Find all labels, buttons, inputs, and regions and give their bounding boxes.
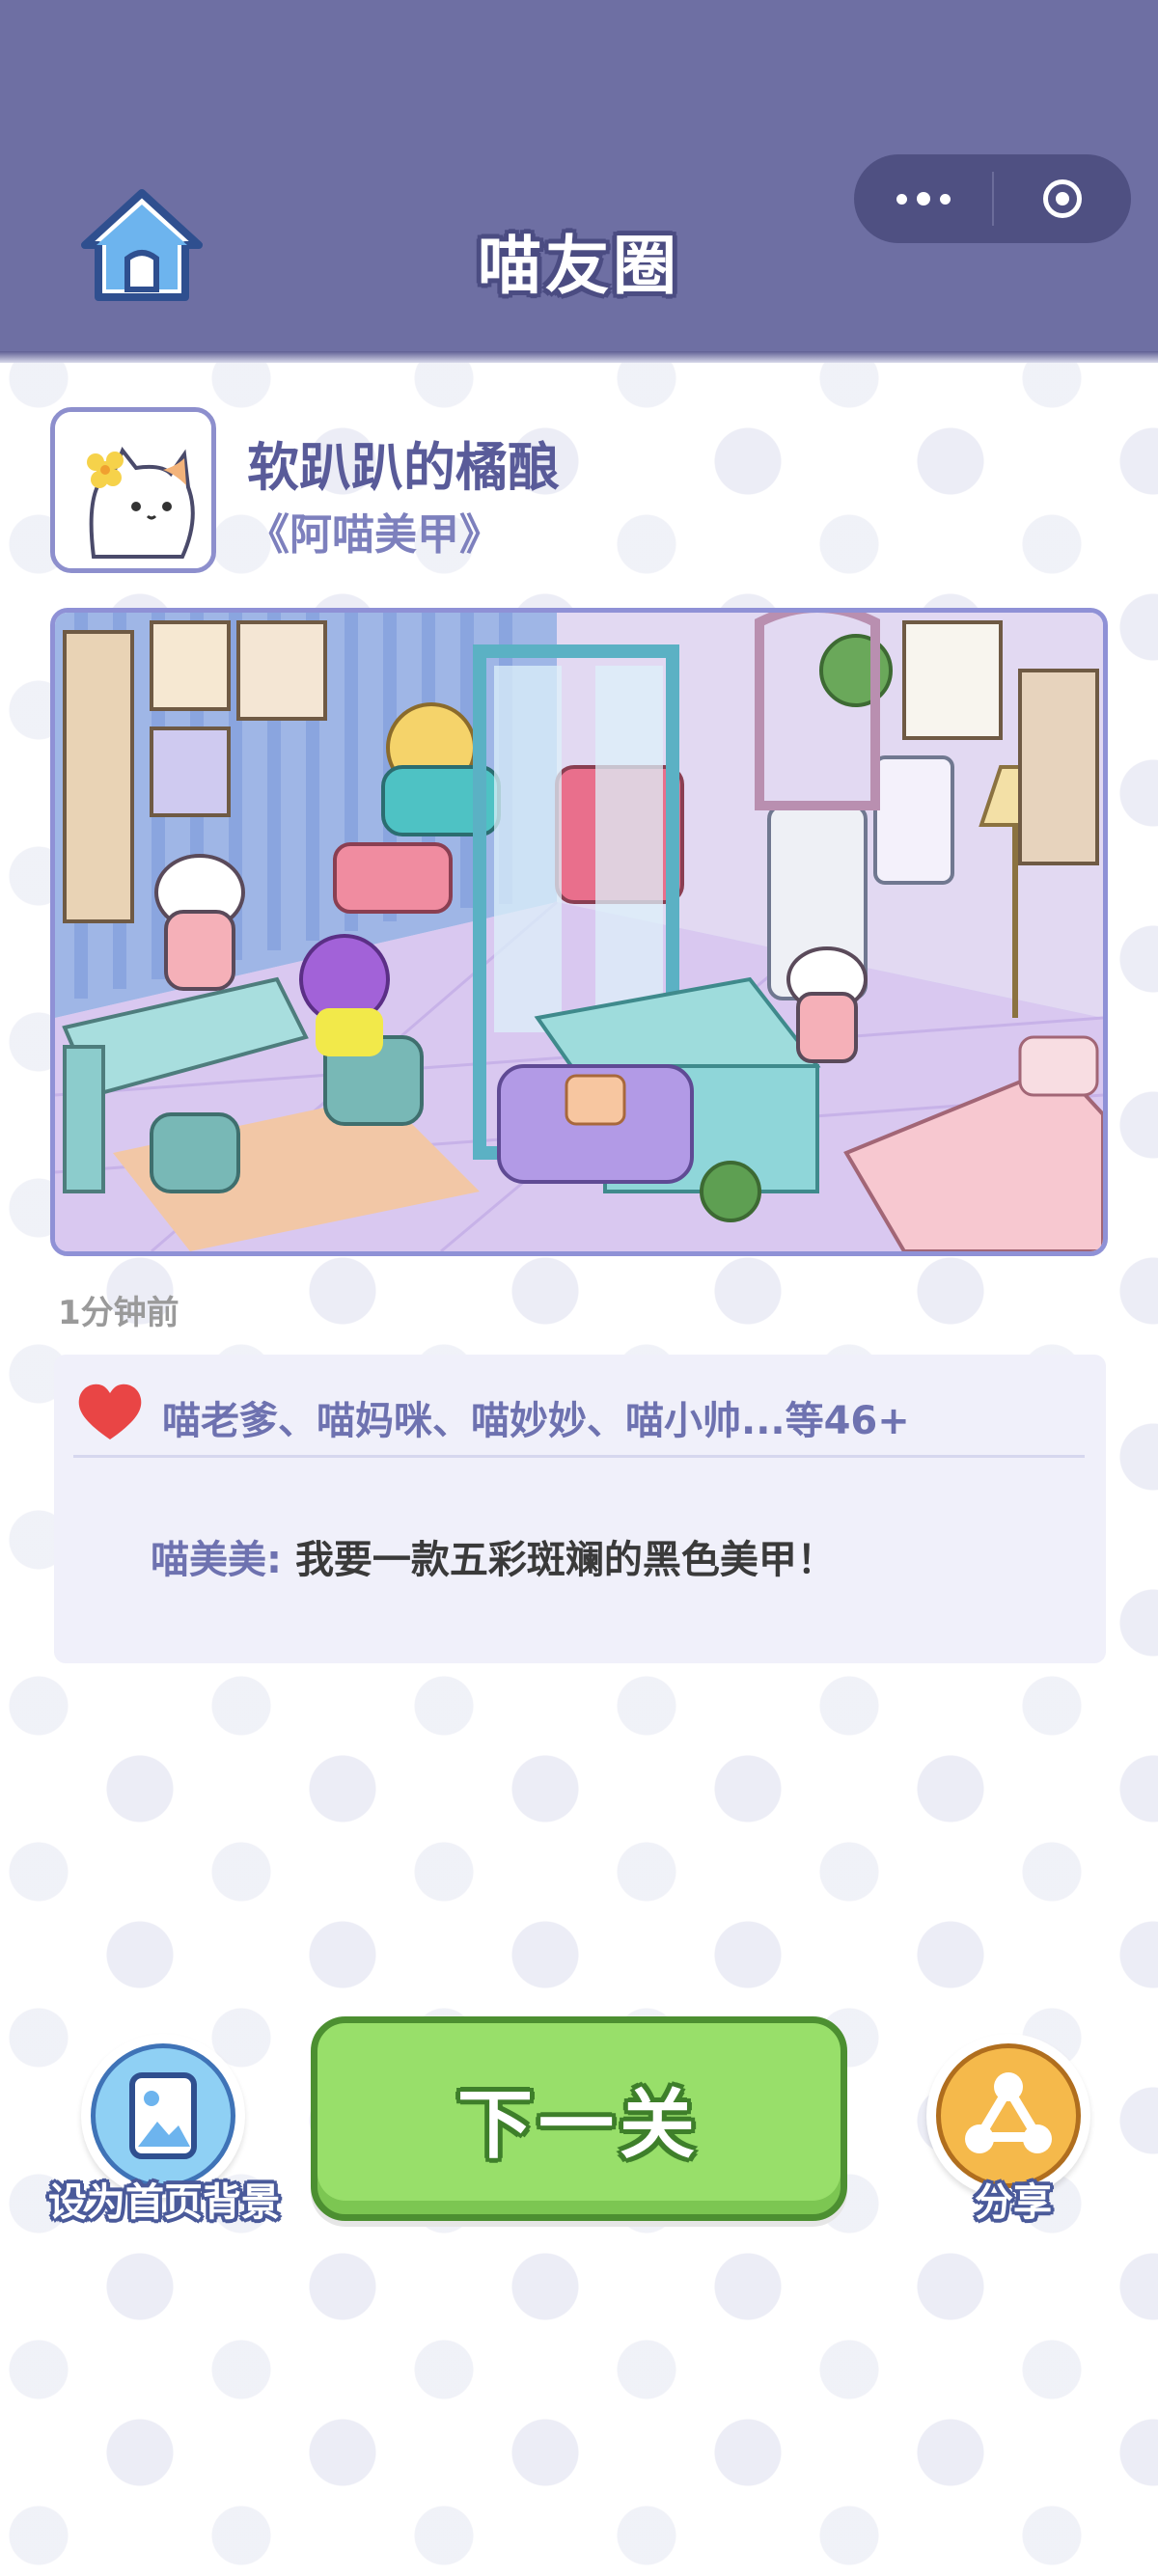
set-background-button[interactable]: 设为首页背景 <box>29 2026 299 2238</box>
top-bar: 喵友圈 <box>0 0 1158 359</box>
share-icon <box>965 2072 1052 2153</box>
comment-item: 喵美美: 我要一款五彩斑斓的黑色美甲！ <box>151 1528 836 1584</box>
target-circle-icon <box>1043 179 1082 218</box>
avatar[interactable] <box>50 407 216 573</box>
header-shadow <box>0 351 1158 363</box>
level-artwork <box>50 608 1108 1256</box>
cat-avatar-icon <box>55 412 211 568</box>
image-icon <box>129 2072 197 2159</box>
heart-icon[interactable] <box>75 1382 145 1443</box>
comment-author: 喵美美: <box>151 1538 282 1582</box>
more-dots-icon[interactable] <box>854 154 992 243</box>
level-name: 《阿喵美甲》 <box>247 510 502 560</box>
interaction-box: 喵老爹、喵妈咪、喵妙妙、喵小帅...等46+ 喵美美: 我要一款五彩斑斓的黑色美… <box>54 1355 1106 1663</box>
close-mini-program-button[interactable] <box>994 154 1131 243</box>
nail-salon-illustration <box>55 613 1103 1251</box>
next-level-label: 下一关 <box>456 2082 701 2169</box>
set-background-label: 设为首页背景 <box>48 2180 280 2225</box>
comment-text: 我要一款五彩斑斓的黑色美甲！ <box>294 1538 836 1582</box>
post-time: 1分钟前 <box>58 1294 179 1332</box>
post-author-name: 软趴趴的橘酿 <box>247 437 560 498</box>
share-label: 分享 <box>975 2180 1052 2225</box>
mini-program-capsule <box>854 154 1131 243</box>
likes-divider <box>73 1455 1085 1458</box>
next-level-button[interactable]: 下一关 <box>311 2016 847 2221</box>
likes-list: 喵老爹、喵妈咪、喵妙妙、喵小帅...等46+ <box>162 1399 910 1443</box>
share-button[interactable]: 分享 <box>907 2026 1119 2238</box>
